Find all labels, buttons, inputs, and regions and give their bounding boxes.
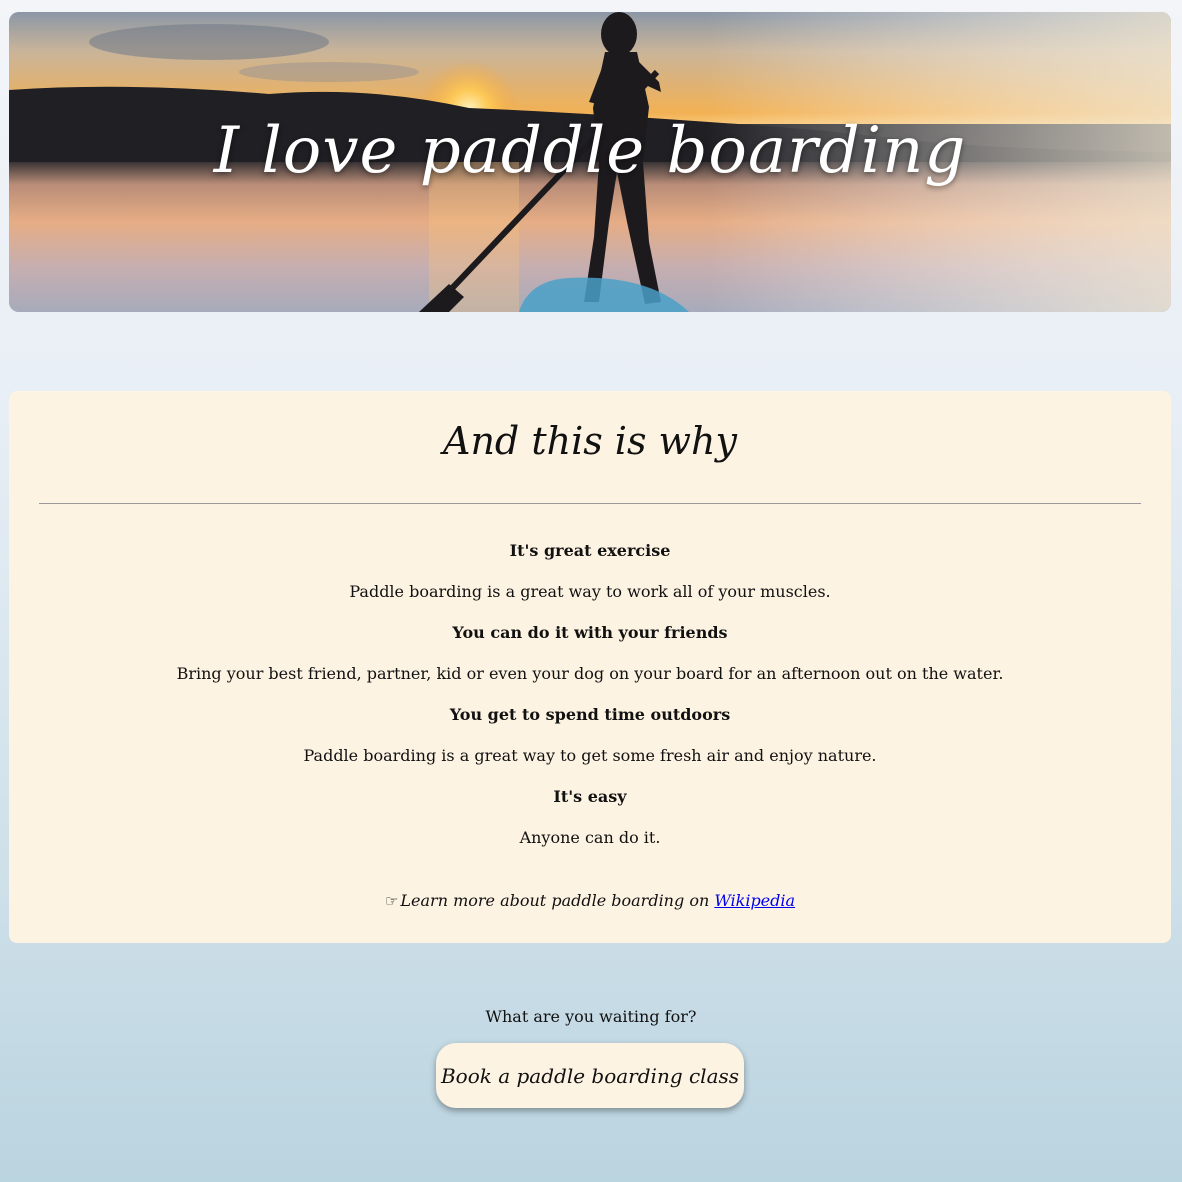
reason-item: It's great exercise Paddle boarding is a…	[9, 541, 1171, 602]
divider	[39, 503, 1141, 504]
wikipedia-link[interactable]: Wikipedia	[714, 891, 795, 910]
reasons-card: And this is why It's great exercise Padd…	[9, 391, 1171, 943]
reason-text: Paddle boarding is a great way to get so…	[303, 746, 877, 765]
pointing-hand-icon: ☞	[384, 892, 399, 910]
reason-title: It's easy	[553, 787, 627, 806]
reason-item: You can do it with your friends Bring yo…	[9, 623, 1171, 684]
reason-item: It's easy Anyone can do it.	[9, 787, 1171, 848]
reason-text: Paddle boarding is a great way to work a…	[349, 582, 831, 601]
reasons-list: It's great exercise Paddle boarding is a…	[9, 541, 1171, 869]
section-heading: And this is why	[443, 419, 737, 463]
reason-title: It's great exercise	[509, 541, 671, 560]
reason-title: You get to spend time outdoors	[449, 705, 731, 724]
reason-item: You get to spend time outdoors Paddle bo…	[9, 705, 1171, 766]
cta-question: What are you waiting for?	[485, 1007, 697, 1026]
hero-title: I love paddle boarding	[213, 114, 967, 188]
reason-title: You can do it with your friends	[452, 623, 728, 642]
reason-text: Bring your best friend, partner, kid or …	[176, 664, 1004, 683]
hero-banner: I love paddle boarding	[9, 12, 1171, 312]
learn-more-line: ☞ Learn more about paddle boarding on Wik…	[9, 891, 1171, 911]
book-class-button[interactable]: Book a paddle boarding class	[436, 1043, 744, 1108]
reason-text: Anyone can do it.	[519, 828, 661, 847]
learn-more-text: Learn more about paddle boarding on	[400, 891, 715, 910]
